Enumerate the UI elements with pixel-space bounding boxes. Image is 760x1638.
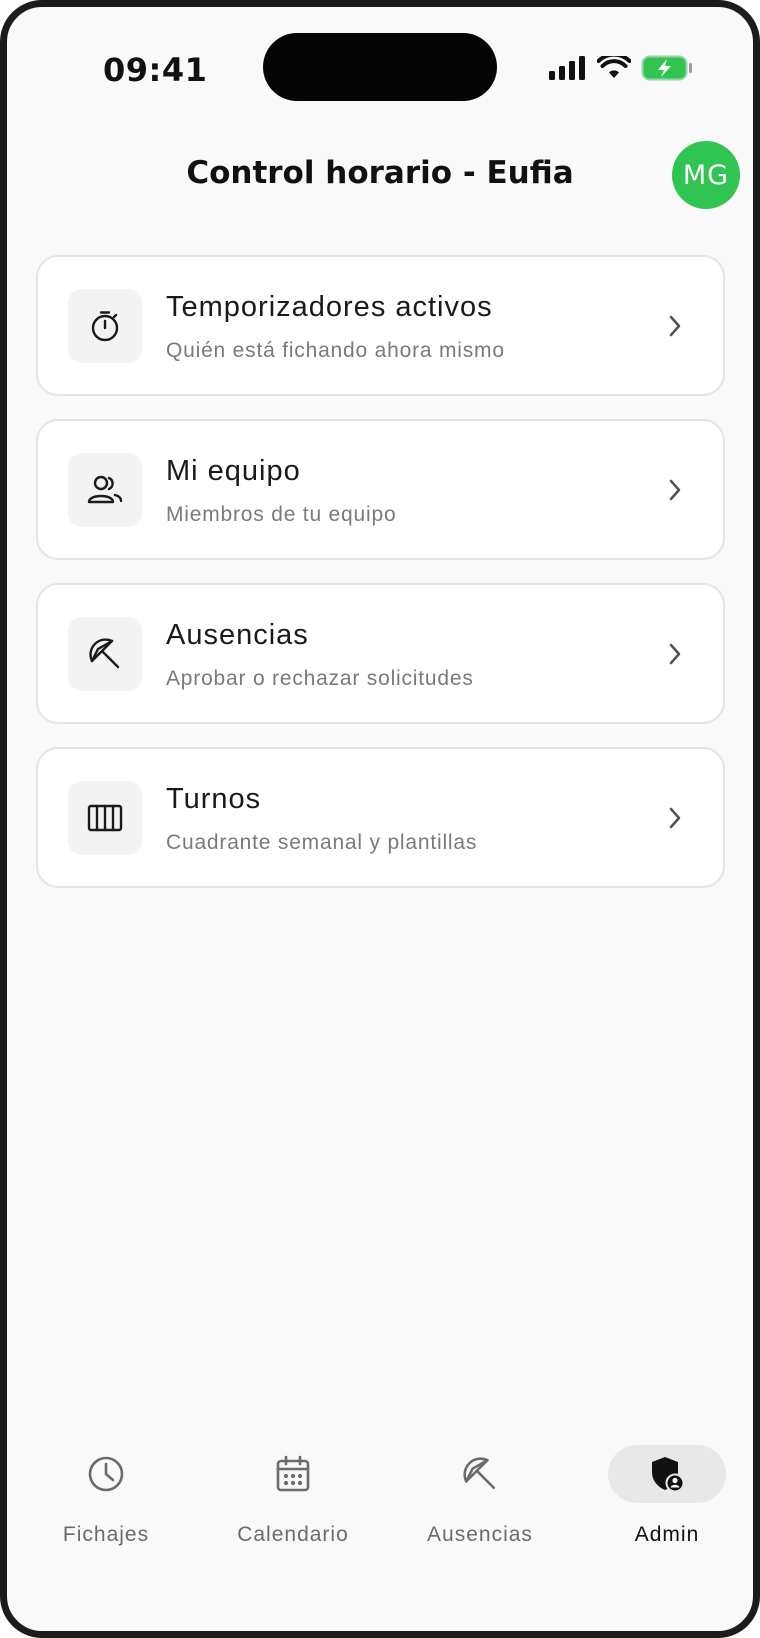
menu-item-absences[interactable]: Ausencias Aprobar o rechazar solicitudes <box>36 583 725 724</box>
menu-item-subtitle: Miembros de tu equipo <box>166 503 397 526</box>
tab-fichajes[interactable]: Fichajes <box>31 1445 181 1547</box>
tab-ausencias[interactable]: Ausencias <box>405 1445 555 1547</box>
tab-calendario[interactable]: Calendario <box>218 1445 368 1547</box>
battery-charging-icon <box>641 55 692 81</box>
menu-item-title: Temporizadores activos <box>166 291 493 323</box>
menu-item-active-timers[interactable]: Temporizadores activos Quién está fichan… <box>36 255 725 396</box>
page-title: Control horario - Eufia <box>186 155 574 191</box>
menu-item-title: Ausencias <box>166 619 309 651</box>
admin-menu: Temporizadores activos Quién está fichan… <box>36 255 725 911</box>
phone-frame: 09:41 Control horario - Eufia MG Tempori… <box>0 0 760 1638</box>
menu-item-subtitle: Aprobar o rechazar solicitudes <box>166 667 474 690</box>
shifts-icon <box>68 781 142 855</box>
menu-item-subtitle: Cuadrante semanal y plantillas <box>166 831 478 854</box>
menu-item-my-team[interactable]: Mi equipo Miembros de tu equipo <box>36 419 725 560</box>
tab-admin[interactable]: Admin <box>592 1445 742 1547</box>
status-time: 09:41 <box>103 51 208 89</box>
chevron-right-icon <box>669 479 681 501</box>
avatar[interactable]: MG <box>672 141 740 209</box>
tab-label: Ausencias <box>427 1523 533 1546</box>
umbrella-icon <box>405 1445 555 1503</box>
calendar-icon <box>218 1445 368 1503</box>
chevron-right-icon <box>669 315 681 337</box>
menu-item-title: Turnos <box>166 783 262 815</box>
clock-icon <box>31 1445 181 1503</box>
team-icon <box>68 453 142 527</box>
tab-label: Admin <box>634 1523 700 1546</box>
tab-label: Fichajes <box>62 1523 150 1546</box>
menu-item-title: Mi equipo <box>166 455 301 487</box>
status-icons <box>549 55 693 81</box>
menu-item-subtitle: Quién está fichando ahora mismo <box>166 339 505 362</box>
umbrella-icon <box>68 617 142 691</box>
chevron-right-icon <box>669 807 681 829</box>
dynamic-island <box>263 33 497 101</box>
chevron-right-icon <box>669 643 681 665</box>
signal-icon <box>549 56 585 80</box>
bottom-tab-bar: Fichajes Calendario Ausencias Admin <box>7 1445 753 1565</box>
stopwatch-icon <box>68 289 142 363</box>
menu-item-shifts[interactable]: Turnos Cuadrante semanal y plantillas <box>36 747 725 888</box>
tab-label: Calendario <box>237 1523 349 1546</box>
admin-shield-icon <box>608 1445 726 1503</box>
wifi-icon <box>597 56 631 78</box>
